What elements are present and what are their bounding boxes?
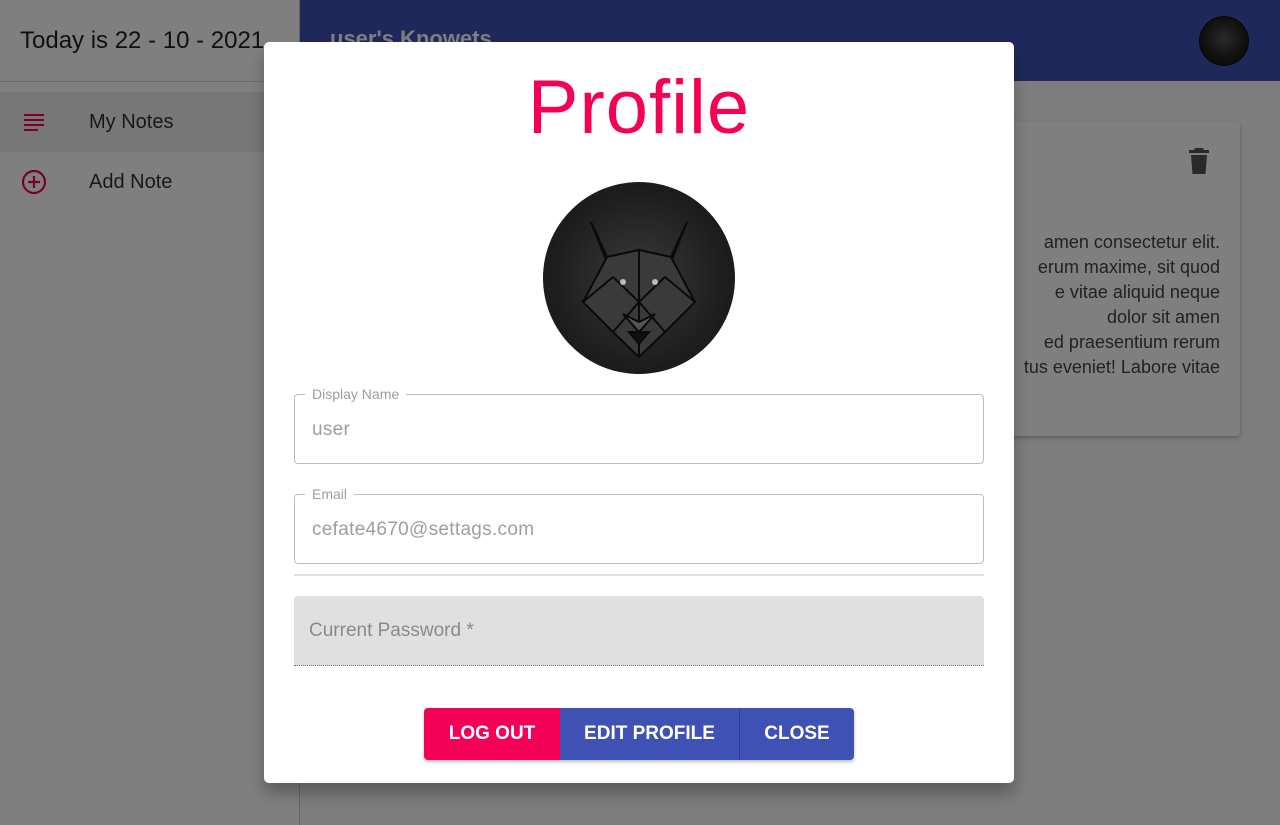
- dialog-title: Profile: [527, 65, 751, 150]
- display-name-value: user: [312, 419, 351, 440]
- display-name-field[interactable]: Display Name user: [294, 386, 984, 464]
- divider: [294, 574, 984, 576]
- email-value: cefate4670@settags.com: [312, 519, 535, 540]
- display-name-label: Display Name: [305, 386, 407, 402]
- email-label: Email: [305, 486, 355, 502]
- profile-dialog: Profile Display Name user Email cefate46…: [264, 42, 1014, 783]
- close-button[interactable]: Close: [740, 708, 854, 760]
- dialog-actions: Log Out Edit Profile Close: [424, 708, 854, 760]
- logout-button[interactable]: Log Out: [424, 708, 560, 760]
- edit-profile-button[interactable]: Edit Profile: [560, 708, 740, 760]
- password-placeholder: Current Password *: [309, 620, 474, 641]
- profile-avatar: [543, 182, 735, 374]
- email-field[interactable]: Email cefate4670@settags.com: [294, 486, 984, 564]
- current-password-input[interactable]: Current Password *: [294, 596, 984, 666]
